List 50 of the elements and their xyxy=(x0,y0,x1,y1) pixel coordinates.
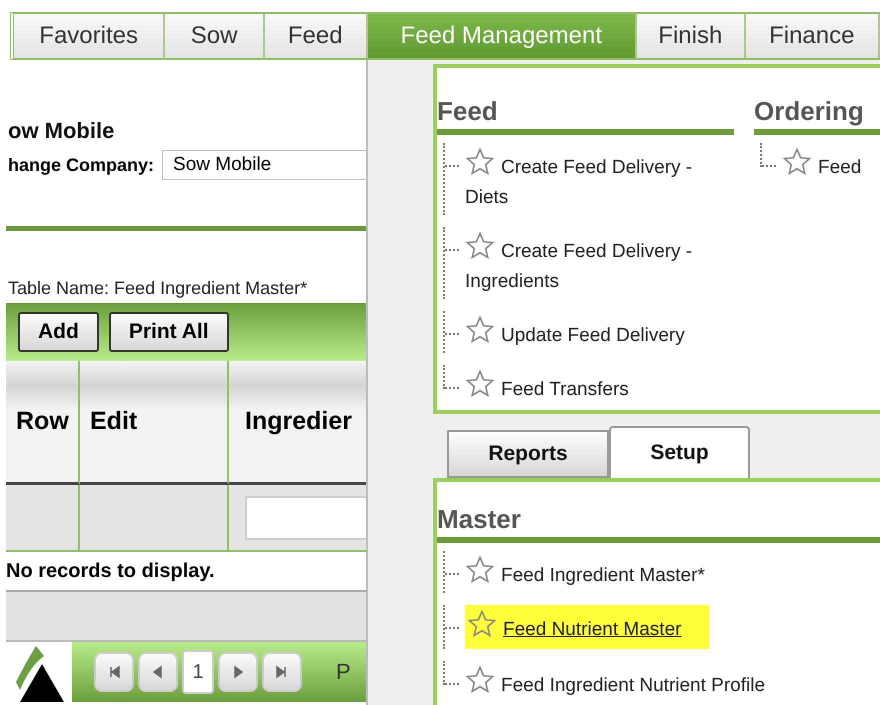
pager-button[interactable] xyxy=(94,652,134,692)
column-header[interactable]: Edit xyxy=(80,361,229,485)
menu-link[interactable]: Feed Transfers xyxy=(465,365,631,407)
pager-button[interactable] xyxy=(138,652,178,692)
menu-tab[interactable]: Finish xyxy=(637,14,746,58)
pager-button[interactable] xyxy=(218,652,258,692)
star-icon[interactable] xyxy=(465,369,495,399)
tree-connector xyxy=(443,661,461,685)
toolbar-button[interactable]: Add xyxy=(18,312,99,352)
star-icon[interactable] xyxy=(782,147,812,177)
star-icon[interactable] xyxy=(465,665,495,695)
tree-connector xyxy=(443,143,461,215)
menu-tab[interactable]: Feed xyxy=(264,14,368,58)
page-number[interactable]: 1 xyxy=(182,650,214,694)
pager-button[interactable] xyxy=(262,652,302,692)
tree-connector xyxy=(443,551,461,593)
tree-connector xyxy=(760,143,778,167)
menu-link[interactable]: Feed xyxy=(782,143,864,185)
company-select[interactable]: Sow Mobile xyxy=(162,150,366,180)
menu-link[interactable]: Feed Nutrient Master xyxy=(465,605,710,649)
menu-tab[interactable]: Finance xyxy=(746,14,880,58)
star-icon[interactable] xyxy=(465,555,495,585)
panel-tab[interactable]: Reports xyxy=(447,430,609,478)
toolbar-button[interactable]: Print All xyxy=(108,312,229,352)
table-name: Table Name: Feed Ingredient Master* xyxy=(8,278,308,299)
star-icon[interactable] xyxy=(467,609,497,639)
column-header[interactable]: Ingredier xyxy=(229,361,366,485)
tree-connector xyxy=(443,227,461,299)
menu-tab[interactable]: Sow xyxy=(165,14,265,58)
section-heading: Ordering xyxy=(754,96,880,135)
company-name: ow Mobile xyxy=(8,118,116,144)
section-heading: Master xyxy=(437,504,880,543)
menu-link[interactable]: Feed Ingredient Nutrient Profile xyxy=(465,661,768,703)
menu-link[interactable]: Update Feed Delivery xyxy=(465,311,687,353)
menu-link[interactable]: Create Feed Delivery - Ingredients xyxy=(465,227,715,299)
section-heading: Feed xyxy=(437,96,734,135)
tree-connector xyxy=(443,365,461,389)
column-header[interactable]: Row xyxy=(6,361,80,485)
tree-connector xyxy=(443,311,461,353)
menu-link[interactable]: Create Feed Delivery - Diets xyxy=(465,143,715,215)
star-icon[interactable] xyxy=(465,315,495,345)
tree-connector xyxy=(443,605,461,649)
filter-field[interactable] xyxy=(245,496,366,540)
star-icon[interactable] xyxy=(465,147,495,177)
menu-tab[interactable]: Favorites xyxy=(14,14,166,58)
change-company-label: hange Company: xyxy=(8,154,154,176)
menu-link[interactable]: Feed Ingredient Master* xyxy=(465,551,707,593)
star-icon[interactable] xyxy=(465,231,495,261)
pager-label: P xyxy=(336,659,351,685)
panel-tab[interactable]: Setup xyxy=(609,426,750,478)
